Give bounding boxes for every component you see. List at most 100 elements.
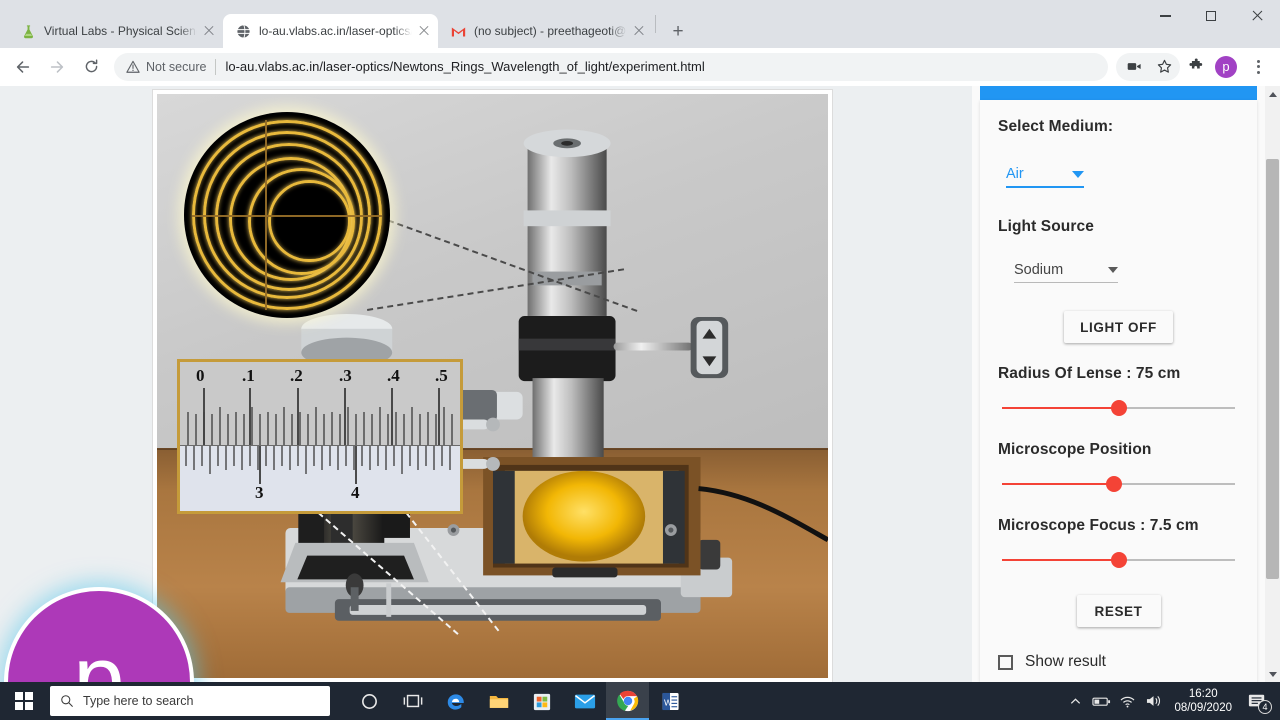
light-source-select[interactable]: Sodium (1014, 262, 1118, 283)
slider-track-empty (1118, 559, 1235, 561)
video-camera-icon[interactable] (1120, 53, 1148, 81)
crosshair-vertical (265, 120, 267, 310)
window-controls (1142, 0, 1280, 32)
edge-icon (447, 694, 464, 710)
page-scrollbar[interactable] (1265, 86, 1280, 682)
mail-icon (574, 694, 595, 708)
medium-select-control[interactable]: Air (1006, 166, 1084, 188)
slider-thumb[interactable] (1110, 400, 1127, 416)
ring-6 (268, 179, 351, 263)
browser-tab-2[interactable]: lo-au.vlabs.ac.in/laser-optics/Ne (223, 14, 438, 48)
minimize-icon (1159, 15, 1171, 17)
newtons-rings-view[interactable] (184, 112, 390, 318)
mail-button[interactable] (563, 682, 606, 720)
control-panel: Select Medium: Air Light Source Sodium L… (972, 86, 1265, 682)
extensions-puzzle-icon[interactable] (1182, 53, 1210, 81)
word-icon: W (662, 692, 679, 710)
reset-button[interactable]: RESET (1076, 595, 1161, 627)
browser-tab-1[interactable]: Virtual Labs - Physical Sciences (8, 14, 223, 48)
taskbar-search-placeholder: Type here to search (83, 694, 194, 708)
back-button[interactable] (8, 52, 38, 82)
start-button[interactable] (0, 682, 48, 720)
wifi-icon[interactable] (1114, 682, 1140, 720)
radius-of-lens-label: Radius Of Lense : 75 cm (998, 365, 1181, 382)
show-result-row[interactable]: Show result (998, 653, 1239, 671)
task-view-icon (403, 694, 422, 708)
microsoft-store-icon (533, 693, 550, 710)
volume-icon[interactable] (1140, 682, 1166, 720)
page-viewport: 0 .1 .2 .3 .4 .5 3 4 Select Medium: Air … (0, 86, 1280, 682)
chevron-down-icon (1072, 170, 1084, 178)
scale-label-0: 0 (196, 366, 205, 385)
battery-icon[interactable] (1088, 682, 1114, 720)
scrollbar-thumb[interactable] (1266, 159, 1279, 579)
scroll-up-button[interactable] (1265, 86, 1280, 102)
maximize-button[interactable] (1188, 0, 1234, 32)
address-bar[interactable]: Not secure lo-au.vlabs.ac.in/laser-optic… (114, 52, 1108, 81)
screen: Virtual Labs - Physical Sciences lo-au.v… (0, 0, 1280, 720)
close-icon[interactable] (201, 23, 217, 39)
light-source-select-control[interactable]: Sodium (1014, 262, 1118, 283)
chevron-up-icon[interactable] (1062, 682, 1088, 720)
three-dot-menu-icon[interactable] (1244, 53, 1272, 81)
show-result-label: Show result (1025, 653, 1106, 670)
action-center-button[interactable]: 4 (1240, 682, 1274, 720)
vernier-scale-view[interactable]: 0 .1 .2 .3 .4 .5 3 4 (177, 359, 463, 514)
radius-of-lens-slider[interactable] (1002, 397, 1235, 419)
task-view-button[interactable] (391, 682, 434, 720)
microscope-position-slider[interactable] (1002, 473, 1235, 495)
light-source-select-value: Sodium (1014, 262, 1064, 278)
microscope-focus-slider[interactable] (1002, 549, 1235, 571)
slider-thumb[interactable] (1110, 552, 1127, 568)
close-icon[interactable] (416, 23, 432, 39)
screen-share-indicator[interactable] (1116, 52, 1180, 81)
tab-separator (655, 15, 656, 33)
show-result-checkbox[interactable] (998, 654, 1013, 670)
scale-ticks (185, 388, 453, 484)
minimize-button[interactable] (1142, 0, 1188, 32)
profile-avatar[interactable]: p (1215, 55, 1237, 78)
panel-content: Select Medium: Air Light Source Sodium L… (980, 100, 1257, 671)
taskbar-search-box[interactable]: Type here to search (50, 686, 330, 716)
browser-tab-3[interactable]: (no subject) - preethageoti@gma (438, 14, 653, 48)
cortana-button[interactable] (348, 682, 391, 720)
bookmark-star-icon[interactable] (1150, 53, 1178, 81)
taskbar-apps: W (348, 682, 692, 720)
chrome-button[interactable] (606, 682, 649, 720)
maximize-icon (1206, 11, 1216, 21)
scale-label-4: .4 (387, 366, 400, 385)
system-tray: 16:20 08/09/2020 4 (1062, 682, 1280, 720)
scroll-down-button[interactable] (1265, 666, 1280, 682)
edge-button[interactable] (434, 682, 477, 720)
chrome-icon (616, 690, 638, 712)
file-explorer-button[interactable] (477, 682, 520, 720)
chevron-down-icon (1268, 671, 1277, 677)
browser-toolbar: Not secure lo-au.vlabs.ac.in/laser-optic… (0, 48, 1280, 86)
light-toggle-button[interactable]: LIGHT OFF (1064, 311, 1173, 343)
scale-label-5: .5 (435, 366, 448, 385)
scale-label-1: .1 (242, 366, 255, 385)
forward-arrow-icon (50, 60, 64, 73)
medium-select[interactable]: Air (1006, 166, 1084, 188)
experiment-stage[interactable]: 0 .1 .2 .3 .4 .5 3 4 (153, 90, 832, 682)
simulation-scene: 0 .1 .2 .3 .4 .5 3 4 (157, 94, 828, 678)
toolbar-actions: p (1116, 52, 1272, 81)
crosshair-horizontal (192, 215, 382, 217)
tab-title: Virtual Labs - Physical Sciences (44, 24, 197, 38)
forward-button[interactable] (42, 52, 72, 82)
close-window-button[interactable] (1234, 0, 1280, 32)
reset-row: RESET (998, 595, 1239, 627)
microsoft-store-button[interactable] (520, 682, 563, 720)
reload-button[interactable] (76, 52, 106, 82)
tab-title: (no subject) - preethageoti@gma (474, 24, 627, 38)
clock[interactable]: 16:20 08/09/2020 (1174, 687, 1232, 715)
not-secure-warning-icon (126, 60, 140, 74)
vernier-label-3: 3 (255, 483, 264, 502)
new-tab-button[interactable]: + (664, 17, 692, 45)
windows-logo-icon (15, 692, 33, 710)
slider-thumb[interactable] (1105, 476, 1122, 492)
close-icon[interactable] (631, 23, 647, 39)
back-arrow-icon (16, 60, 30, 73)
word-button[interactable]: W (649, 682, 692, 720)
medium-select-value: Air (1006, 166, 1024, 182)
